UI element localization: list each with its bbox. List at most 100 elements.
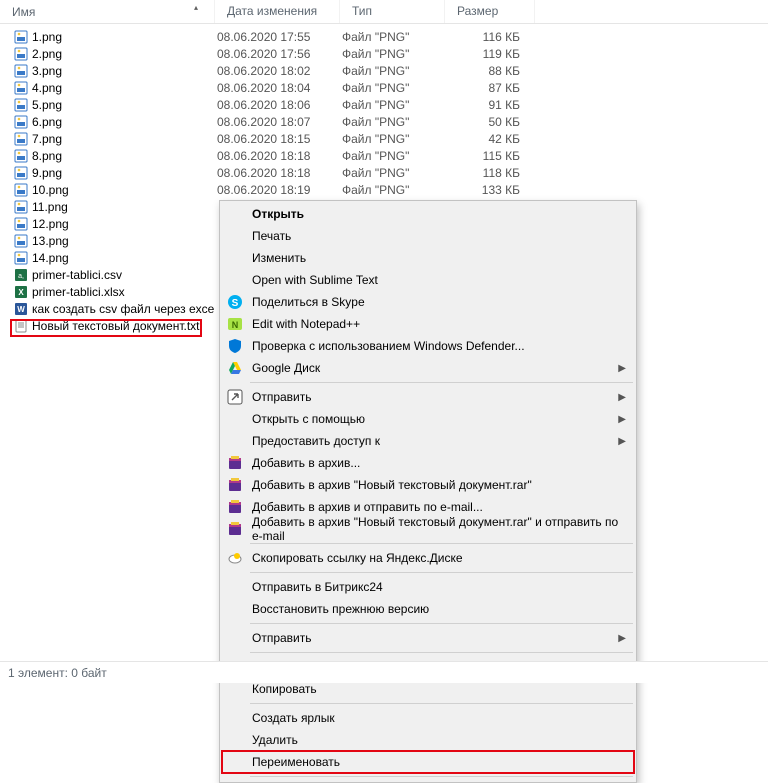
file-date: 08.06.2020 18:19 xyxy=(215,183,340,197)
file-type: Файл "PNG" xyxy=(340,183,445,197)
menu-item[interactable]: Удалить xyxy=(222,729,634,751)
menu-item-label: Добавить в архив "Новый текстовый докуме… xyxy=(252,478,532,492)
npp-icon xyxy=(227,316,243,332)
menu-item[interactable]: Добавить в архив "Новый текстовый докуме… xyxy=(222,518,634,540)
menu-item[interactable]: Восстановить прежнюю версию xyxy=(222,598,634,620)
file-name: 10.png xyxy=(32,183,69,197)
menu-item-label: Создать ярлык xyxy=(252,711,335,725)
file-size: 88 КБ xyxy=(445,64,520,78)
menu-item[interactable]: Отправить▶ xyxy=(222,386,634,408)
menu-item[interactable]: Создать ярлык xyxy=(222,707,634,729)
rar-icon xyxy=(227,521,243,537)
menu-item[interactable]: Отправить▶ xyxy=(222,627,634,649)
file-type: Файл "PNG" xyxy=(340,64,445,78)
file-row[interactable]: 10.png08.06.2020 18:19Файл "PNG"133 КБ xyxy=(0,181,768,198)
file-row[interactable]: 6.png08.06.2020 18:07Файл "PNG"50 КБ xyxy=(0,113,768,130)
file-icon xyxy=(14,98,28,112)
menu-item-label: Добавить в архив и отправить по e-mail..… xyxy=(252,500,483,514)
file-name: 3.png xyxy=(32,64,62,78)
menu-item[interactable]: Добавить в архив... xyxy=(222,452,634,474)
menu-item[interactable]: Проверка с использованием Windows Defend… xyxy=(222,335,634,357)
menu-item[interactable]: Предоставить доступ к▶ xyxy=(222,430,634,452)
menu-item[interactable]: Открыть xyxy=(222,203,634,225)
file-row[interactable]: 4.png08.06.2020 18:04Файл "PNG"87 КБ xyxy=(0,79,768,96)
file-name: 14.png xyxy=(32,251,69,265)
menu-item-label: Копировать xyxy=(252,682,317,696)
file-date: 08.06.2020 18:18 xyxy=(215,149,340,163)
menu-item[interactable]: Открыть с помощью▶ xyxy=(222,408,634,430)
context-menu: ОткрытьПечать Изменить Open with Sublime T… xyxy=(219,200,637,783)
file-icon xyxy=(14,268,28,282)
file-row[interactable]: 9.png08.06.2020 18:18Файл "PNG"118 КБ xyxy=(0,164,768,181)
menu-item-label: Edit with Notepad++ xyxy=(252,317,360,331)
menu-item-label: Отправить в Битрикс24 xyxy=(252,580,383,594)
file-icon xyxy=(14,132,28,146)
file-row[interactable]: 8.png08.06.2020 18:18Файл "PNG"115 КБ xyxy=(0,147,768,164)
menu-item[interactable]: Изменить xyxy=(222,247,634,269)
sort-asc-icon: ▴ xyxy=(194,3,198,12)
file-size: 91 КБ xyxy=(445,98,520,112)
file-date: 08.06.2020 17:55 xyxy=(215,30,340,44)
menu-item[interactable]: Скопировать ссылку на Яндекс.Диске xyxy=(222,547,634,569)
file-icon xyxy=(14,47,28,61)
menu-item[interactable]: Отправить в Битрикс24 xyxy=(222,576,634,598)
file-name: 8.png xyxy=(32,149,62,163)
rar-icon xyxy=(227,477,243,493)
file-row[interactable]: 1.png08.06.2020 17:55Файл "PNG"116 КБ xyxy=(0,28,768,45)
column-type[interactable]: Тип xyxy=(340,0,445,23)
file-name: 2.png xyxy=(32,47,62,61)
file-name: Новый текстовый документ.txt xyxy=(32,319,200,333)
file-type: Файл "PNG" xyxy=(340,166,445,180)
file-size: 42 КБ xyxy=(445,132,520,146)
file-type: Файл "PNG" xyxy=(340,132,445,146)
menu-item[interactable]: Поделиться в Skype xyxy=(222,291,634,313)
file-icon xyxy=(14,149,28,163)
file-date: 08.06.2020 18:18 xyxy=(215,166,340,180)
file-row[interactable]: 3.png 08.06.2020 18:02Файл "PNG"88 КБ xyxy=(0,62,768,79)
column-name[interactable]: Имя▴ xyxy=(0,0,215,23)
file-name: 6.png xyxy=(32,115,62,129)
file-icon xyxy=(14,234,28,248)
menu-item[interactable]: Google Диск▶ xyxy=(222,357,634,379)
menu-item-label: Изменить xyxy=(252,251,306,265)
menu-item-label: Отправить xyxy=(252,390,312,404)
file-date: 08.06.2020 18:15 xyxy=(215,132,340,146)
menu-item[interactable]: Open with Sublime Text xyxy=(222,269,634,291)
file-row[interactable]: 5.png08.06.2020 18:06Файл "PNG"91 КБ xyxy=(0,96,768,113)
menu-item-label: Добавить в архив... xyxy=(252,456,360,470)
menu-item-label: Открыть с помощью xyxy=(252,412,365,426)
menu-item-label: Скопировать ссылку на Яндекс.Диске xyxy=(252,551,463,565)
skype-icon xyxy=(227,294,243,310)
menu-item-label: Предоставить доступ к xyxy=(252,434,380,448)
file-date: 08.06.2020 18:02 xyxy=(215,64,340,78)
file-row[interactable]: 2.png08.06.2020 17:56Файл "PNG"119 КБ xyxy=(0,45,768,62)
file-icon xyxy=(14,251,28,265)
file-name: 5.png xyxy=(32,98,62,112)
defender-icon xyxy=(227,338,243,354)
file-icon xyxy=(14,302,28,316)
file-date: 08.06.2020 18:04 xyxy=(215,81,340,95)
file-name: 7.png xyxy=(32,132,62,146)
column-header-row: Имя▴ Дата изменения Тип Размер xyxy=(0,0,768,24)
menu-item[interactable]: Edit with Notepad++ xyxy=(222,313,634,335)
file-row[interactable]: 7.png 08.06.2020 18:15Файл "PNG"42 КБ xyxy=(0,130,768,147)
menu-separator xyxy=(250,382,633,383)
file-icon xyxy=(14,115,28,129)
file-icon xyxy=(14,64,28,78)
column-size[interactable]: Размер xyxy=(445,0,535,23)
menu-item[interactable]: Переименовать xyxy=(222,751,634,773)
menu-separator xyxy=(250,776,633,777)
menu-item-label: Удалить xyxy=(252,733,298,747)
menu-item-label: Поделиться в Skype xyxy=(252,295,365,309)
menu-item[interactable]: Печать xyxy=(222,225,634,247)
column-date[interactable]: Дата изменения xyxy=(215,0,340,23)
file-icon xyxy=(14,81,28,95)
menu-separator xyxy=(250,623,633,624)
file-name: primer-tablici.csv xyxy=(32,268,122,282)
submenu-arrow-icon: ▶ xyxy=(618,633,626,644)
file-type: Файл "PNG" xyxy=(340,30,445,44)
file-type: Файл "PNG" xyxy=(340,98,445,112)
menu-item[interactable]: Добавить в архив "Новый текстовый докуме… xyxy=(222,474,634,496)
file-name: 13.png xyxy=(32,234,69,248)
menu-item-label: Добавить в архив "Новый текстовый докуме… xyxy=(252,515,626,543)
